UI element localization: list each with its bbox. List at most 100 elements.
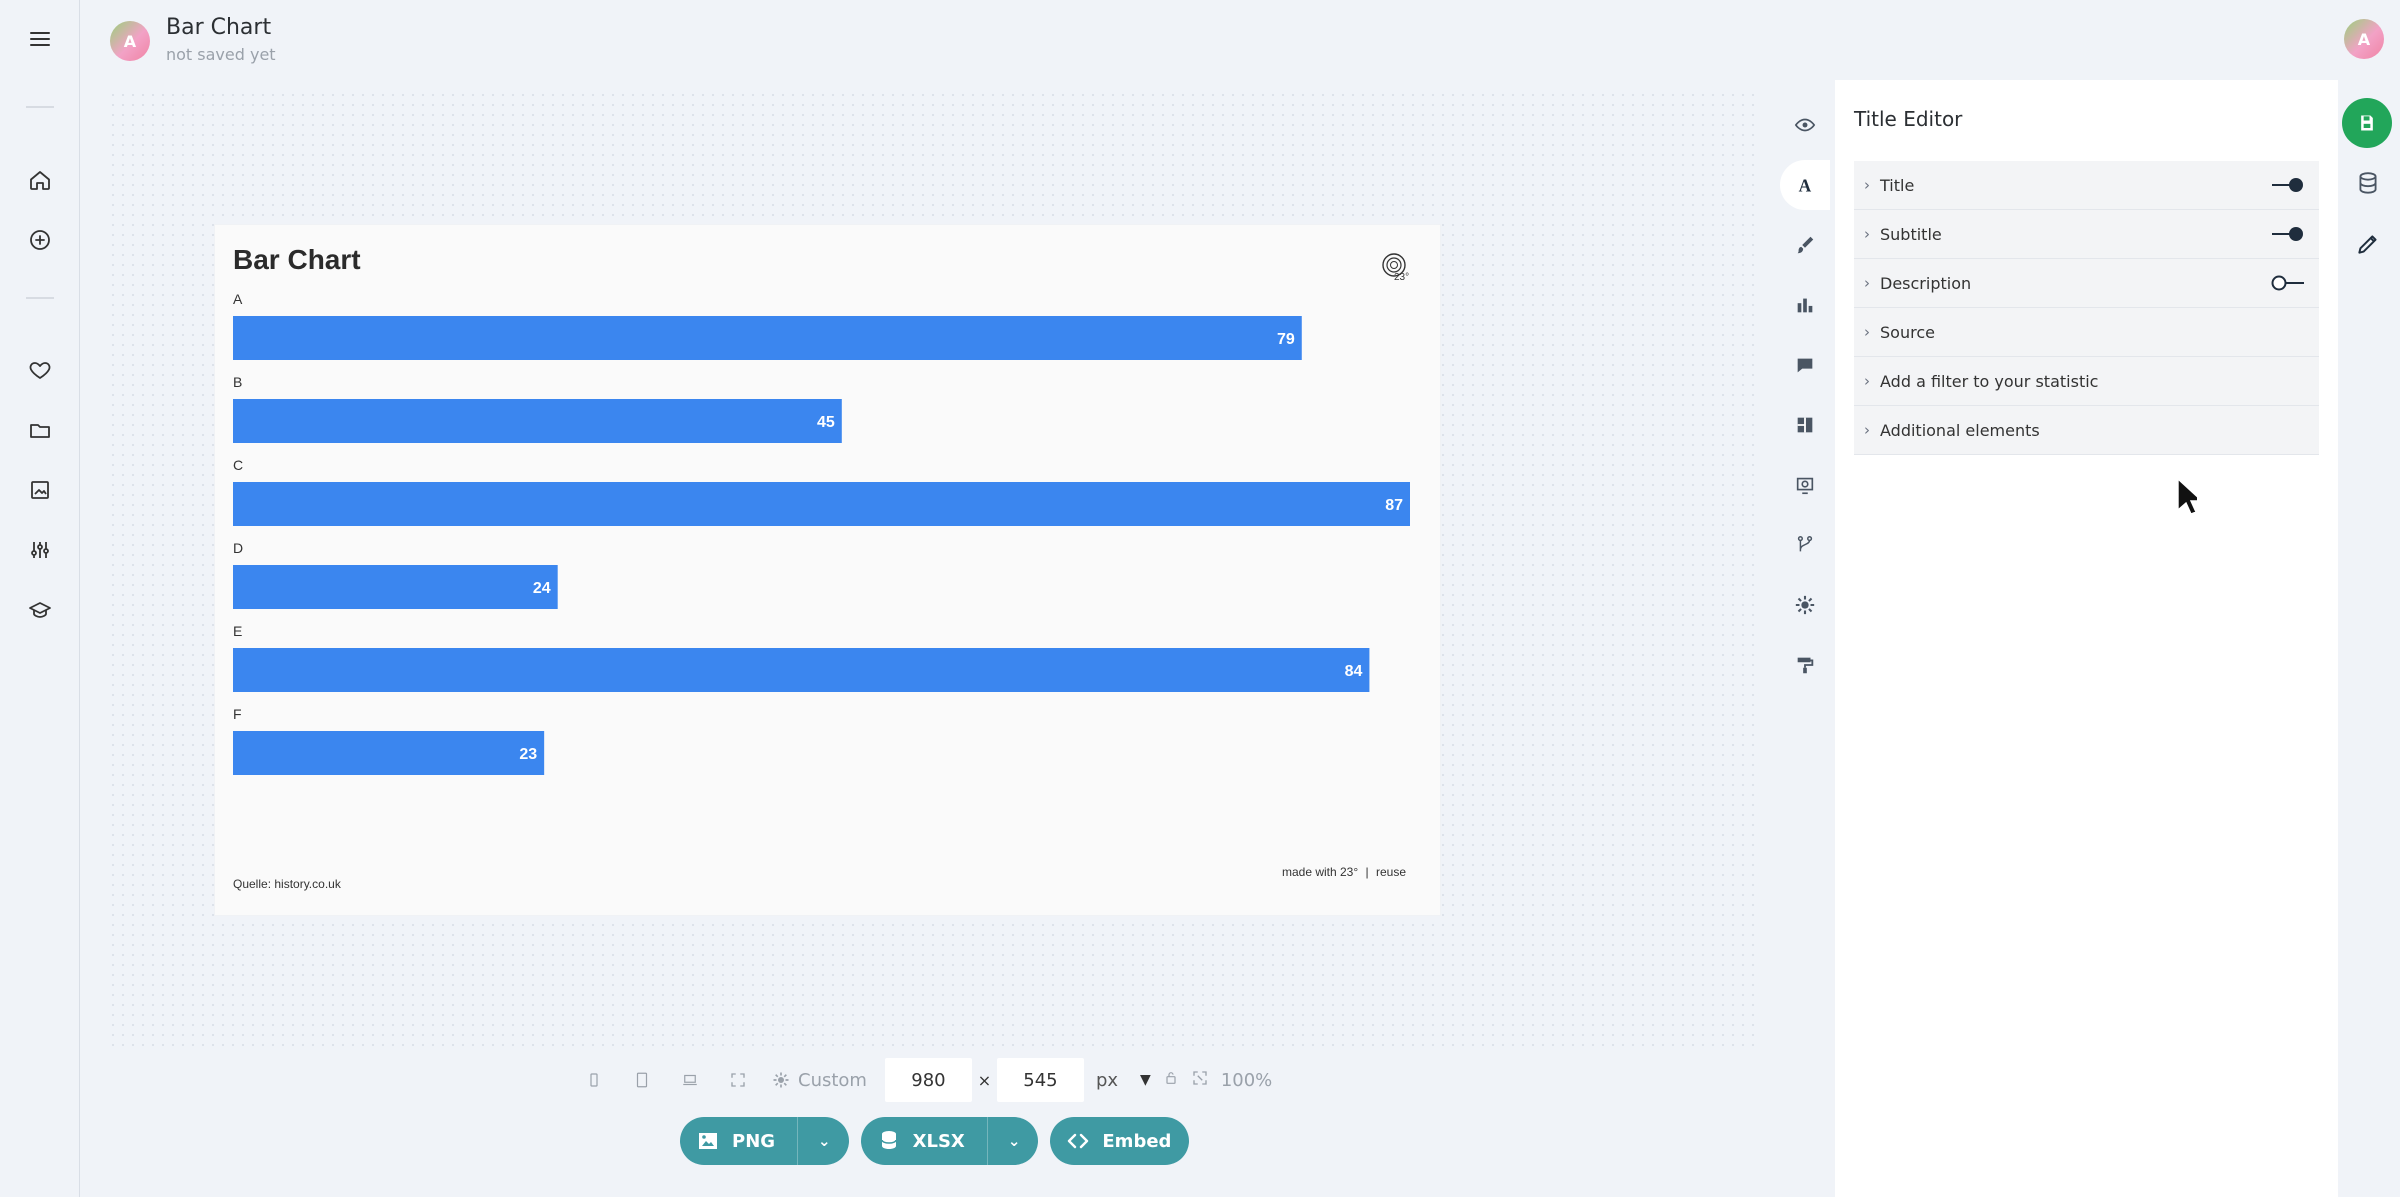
title-editor-panel: Title Editor › Title › Subtitle › Descri… [1835, 80, 2338, 1197]
accordion-filter[interactable]: › Add a filter to your statistic [1854, 357, 2319, 406]
bar-chart-icon[interactable] [1780, 280, 1830, 330]
nav-divider [26, 106, 54, 108]
document-status: not saved yet [166, 45, 276, 64]
subtitle-toggle[interactable] [2271, 226, 2305, 242]
home-icon[interactable] [18, 158, 62, 202]
top-bar: A Bar Chart not saved yet A [80, 0, 2400, 80]
custom-size-button[interactable]: Custom [772, 1062, 867, 1098]
brush-icon[interactable] [1780, 220, 1830, 270]
tablet-preview-icon[interactable] [618, 1062, 666, 1098]
add-icon[interactable] [18, 218, 62, 262]
width-input[interactable] [884, 1058, 972, 1102]
made-with-label: made with 23° [1281, 865, 1359, 879]
credit-separator: | [1365, 865, 1369, 879]
bar[interactable] [233, 648, 1370, 692]
bar[interactable] [233, 316, 1302, 360]
zoom-fit-icon[interactable] [1191, 1069, 1209, 1091]
pencil-icon[interactable] [2350, 226, 2386, 262]
accordion-label-filter: Add a filter to your statistic [1880, 371, 2099, 391]
text-tool-icon[interactable]: A [1780, 160, 1830, 210]
image-icon [699, 1133, 717, 1149]
png-export-button[interactable]: PNG ⌄ [680, 1117, 849, 1165]
image-icon[interactable] [18, 468, 62, 512]
mouse-cursor-icon [2177, 478, 2197, 515]
bar-value-label: 79 [1277, 331, 1295, 348]
accordion-title[interactable]: › Title [1854, 161, 2319, 210]
embed-label: Embed [1102, 1130, 1172, 1152]
button-divider [986, 1117, 988, 1165]
editor-tool-rail: A [1780, 100, 1830, 720]
document-avatar: A [110, 21, 150, 61]
button-divider [797, 1117, 799, 1165]
unit-label: px [1095, 1069, 1119, 1091]
bar-value-label: 45 [817, 414, 835, 431]
svg-text:A: A [1799, 175, 1812, 195]
accordion-label-subtitle: Subtitle [1880, 224, 1942, 244]
comment-icon[interactable] [1780, 340, 1830, 390]
user-avatar[interactable]: A [2344, 19, 2384, 59]
nav-divider [26, 297, 54, 299]
reuse-link[interactable]: reuse [1376, 865, 1406, 879]
chevron-right-icon: › [1864, 421, 1870, 439]
height-input[interactable] [996, 1058, 1084, 1102]
eye-icon[interactable] [1780, 100, 1830, 150]
chevron-down-icon[interactable]: ⌄ [818, 1132, 831, 1150]
layout-icon[interactable] [1780, 400, 1830, 450]
category-label: C [233, 457, 243, 473]
accordion-label-source: Source [1880, 322, 1935, 342]
chevron-right-icon: › [1864, 274, 1870, 292]
lock-aspect-icon[interactable] [1163, 1070, 1179, 1090]
branch-icon[interactable] [1780, 520, 1830, 570]
app-root: A Bar Chart not saved yet A Bar Chart 23… [0, 0, 2400, 1197]
bar-value-label: 84 [1345, 663, 1363, 680]
category-label: F [233, 706, 242, 722]
accordion-label-additional: Additional elements [1880, 420, 2040, 440]
xlsx-export-button[interactable]: XLSX ⌄ [860, 1117, 1039, 1165]
mobile-preview-icon[interactable] [570, 1062, 618, 1098]
accordion-description[interactable]: › Description [1854, 259, 2319, 308]
gear-icon[interactable] [1780, 580, 1830, 630]
category-label: A [233, 291, 243, 307]
graduation-cap-icon[interactable] [18, 588, 62, 632]
user-avatar-initial: A [2357, 29, 2371, 49]
code-icon [1068, 1133, 1089, 1149]
accordion-subtitle[interactable]: › Subtitle [1854, 210, 2319, 259]
accordion-source[interactable]: › Source [1854, 308, 2319, 357]
chevron-right-icon: › [1864, 176, 1870, 194]
bar[interactable] [233, 565, 558, 609]
title-toggle[interactable] [2271, 177, 2305, 193]
chart-source: Quelle: history.co.uk [233, 877, 341, 891]
chevron-down-icon[interactable]: ⌄ [1008, 1132, 1021, 1150]
embed-button[interactable]: Embed [1050, 1117, 1190, 1165]
chart-credit: made with 23° | reuse [1280, 865, 1408, 879]
export-actions: PNG ⌄ XLSX ⌄ Embed [680, 1117, 1190, 1165]
document-title[interactable]: Bar Chart [166, 15, 271, 40]
heart-icon[interactable] [18, 348, 62, 392]
database-icon [880, 1131, 897, 1149]
document-avatar-initial: A [123, 31, 137, 51]
bar-value-label: 87 [1385, 497, 1403, 514]
paint-roller-icon[interactable] [1780, 640, 1830, 690]
bar-value-label: 23 [519, 746, 537, 763]
category-label: E [233, 623, 242, 639]
sliders-icon[interactable] [18, 528, 62, 572]
database-icon[interactable] [2350, 166, 2386, 202]
accordion-label-description: Description [1880, 273, 1972, 293]
bar[interactable] [233, 482, 1410, 526]
zoom-level[interactable]: 100% [1221, 1070, 1272, 1091]
description-toggle[interactable] [2271, 275, 2305, 291]
panel-title: Title Editor [1854, 107, 1963, 131]
menu-icon[interactable] [18, 17, 62, 61]
save-button[interactable] [2342, 98, 2392, 148]
xlsx-label: XLSX [912, 1130, 965, 1152]
folder-icon[interactable] [18, 408, 62, 452]
preview-icon[interactable] [1780, 460, 1830, 510]
unit-dropdown-icon[interactable]: ▼ [1140, 1072, 1151, 1088]
save-icon [2361, 115, 2373, 131]
bar[interactable] [233, 731, 545, 775]
fullscreen-icon[interactable] [714, 1062, 762, 1098]
desktop-preview-icon[interactable] [666, 1062, 714, 1098]
bar[interactable] [233, 399, 842, 443]
accordion-additional-elements[interactable]: › Additional elements [1854, 406, 2319, 455]
left-navigation [0, 0, 80, 1197]
